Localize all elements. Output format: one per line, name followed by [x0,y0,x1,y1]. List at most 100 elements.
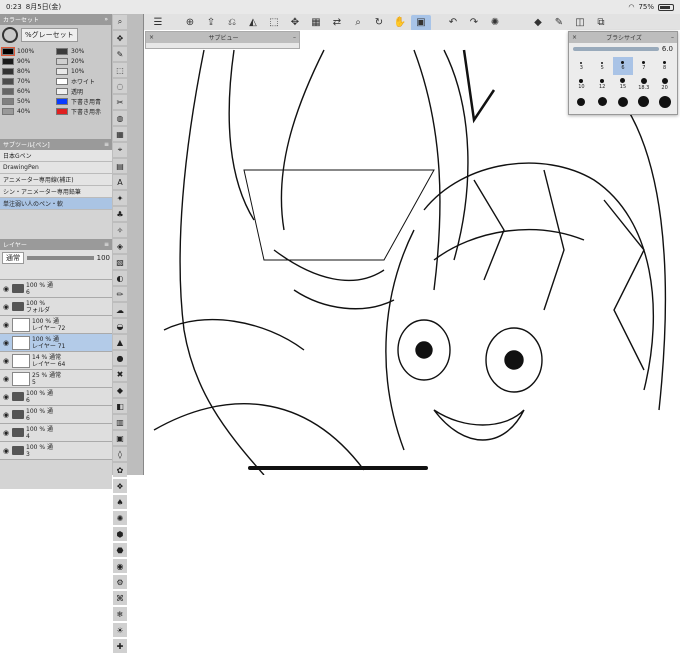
size-preset[interactable]: 3 [571,57,592,75]
move-icon[interactable]: ✥ [285,15,305,31]
close-icon[interactable]: × [572,34,577,41]
tool-button[interactable]: ◍ [113,111,127,125]
color-swatch[interactable] [56,68,68,75]
undo-icon[interactable]: ↶ [443,15,463,31]
tool-button[interactable]: ⚙ [113,575,127,589]
tool-button[interactable]: ◧ [113,399,127,413]
tool-button[interactable]: ✎ [113,47,127,61]
fill-color-icon[interactable]: ◆ [528,15,548,31]
tool-button[interactable]: ◐ [113,271,127,285]
tool-button[interactable]: ▤ [113,159,127,173]
tool-button[interactable]: ♣ [113,207,127,221]
copy-icon[interactable]: ⧉ [591,15,611,31]
grid-icon[interactable]: ▦ [306,15,326,31]
square-icon[interactable]: ◫ [570,15,590,31]
collapse-icon[interactable]: – [671,34,674,41]
size-preset[interactable] [613,93,634,111]
transform-icon[interactable]: ⬚ [264,15,284,31]
brush-item[interactable]: 単注弱い人のペン・軟 [0,198,112,210]
fill-icon[interactable]: ◭ [243,15,263,31]
visibility-icon[interactable]: ◉ [2,285,10,293]
tool-button[interactable]: ▲ [113,335,127,349]
colorset-select[interactable]: %グレーセット [21,28,78,42]
tool-button[interactable]: ⌕ [113,15,127,29]
layer-row[interactable]: ◉ 100 % 通6 [0,406,112,424]
color-swatch[interactable] [2,78,14,85]
color-swatch-row[interactable]: 下書き用青 [56,97,109,106]
color-swatch-row[interactable]: 10% [56,67,109,76]
menu-icon[interactable]: ≡ [104,141,109,148]
size-preset[interactable] [571,93,592,111]
size-preset[interactable]: 7 [633,57,654,75]
tool-button[interactable]: ⬚ [113,63,127,77]
layer-row[interactable]: ◉ 100 % 通レイヤー 71 [0,334,112,352]
menu-icon[interactable]: ☰ [148,15,168,31]
hand-icon[interactable]: ✋ [390,15,410,31]
size-preset[interactable]: 8 [654,57,675,75]
tool-button[interactable]: ◊ [113,447,127,461]
tool-button[interactable]: ⌘ [113,591,127,605]
color-swatch-row[interactable]: 透明 [56,87,109,96]
color-swatch-row[interactable]: 30% [56,47,109,56]
size-preset[interactable]: 12 [592,75,613,93]
tool-button[interactable]: ♠ [113,495,127,509]
tool-button[interactable]: ✦ [113,191,127,205]
visibility-icon[interactable]: ◉ [2,303,10,311]
color-swatch-row[interactable]: 70% [2,77,55,86]
color-swatch[interactable] [56,108,68,115]
tool-button[interactable]: ❖ [113,479,127,493]
tool-button[interactable]: ❄ [113,607,127,621]
close-icon[interactable]: » [104,16,108,23]
color-swatch[interactable] [56,58,68,65]
visibility-icon[interactable]: ◉ [2,321,10,329]
select-icon[interactable]: ▣ [411,14,431,31]
color-swatch-row[interactable]: 20% [56,57,109,66]
redo-icon[interactable]: ↷ [464,15,484,31]
size-preset[interactable] [592,93,613,111]
color-swatch[interactable] [2,108,14,115]
collapse-icon[interactable]: – [293,34,296,41]
size-preset[interactable]: 15 [613,75,634,93]
visibility-icon[interactable]: ◉ [2,447,10,455]
color-swatch[interactable] [1,47,15,56]
tool-button[interactable]: ● [113,351,127,365]
color-swatch[interactable] [2,88,14,95]
tool-button[interactable]: ✧ [113,223,127,237]
color-swatch-row[interactable]: 50% [2,97,55,106]
tool-button[interactable]: ✥ [113,31,127,45]
tool-button[interactable]: ⌖ [113,143,127,157]
undo-alt-icon[interactable]: ⎌ [222,15,242,31]
color-swatch[interactable] [2,98,14,105]
size-preset[interactable]: 20 [654,75,675,93]
tool-button[interactable]: ⬢ [113,527,127,541]
tool-button[interactable]: ✂ [113,95,127,109]
color-swatch[interactable] [56,98,68,105]
new-icon[interactable]: ⊕ [180,15,200,31]
brush-item[interactable]: アニメーター専用線(補正) [0,174,112,186]
size-preset[interactable]: 6 [612,57,634,75]
tool-button[interactable]: ▥ [113,415,127,429]
opacity-slider[interactable] [27,256,94,260]
layer-row[interactable]: ◉ 14 % 通常 レイヤー 64 [0,352,112,370]
color-swatch-row[interactable]: 下書き用赤 [56,107,109,116]
layer-row[interactable]: ◉ 25 % 通常 5 [0,370,112,388]
color-swatch[interactable] [2,58,14,65]
tool-button[interactable]: ✏ [113,287,127,301]
save-icon[interactable]: ⇪ [201,15,221,31]
tool-button[interactable]: ◒ [113,319,127,333]
color-swatch[interactable] [56,88,68,95]
tool-button[interactable]: ◈ [113,239,127,253]
brush-item[interactable]: シン・アニメーター専用鉛筆 [0,186,112,198]
color-swatch-row[interactable]: 60% [2,87,55,96]
brush-item[interactable]: 日本Gペン [0,150,112,162]
color-swatch-row[interactable]: 100% [1,47,55,56]
size-preset[interactable]: 5 [592,57,613,75]
layer-row[interactable]: ◉ 100 % 通レイヤー 72 [0,316,112,334]
tool-button[interactable]: ◉ [113,559,127,573]
brush-item[interactable]: DrawingPen [0,162,112,174]
color-swatch-row[interactable]: 90% [2,57,55,66]
tool-button[interactable]: ☁ [113,303,127,317]
tool-button[interactable]: ▧ [113,255,127,269]
tool-button[interactable]: ✖ [113,367,127,381]
color-swatch[interactable] [2,68,14,75]
